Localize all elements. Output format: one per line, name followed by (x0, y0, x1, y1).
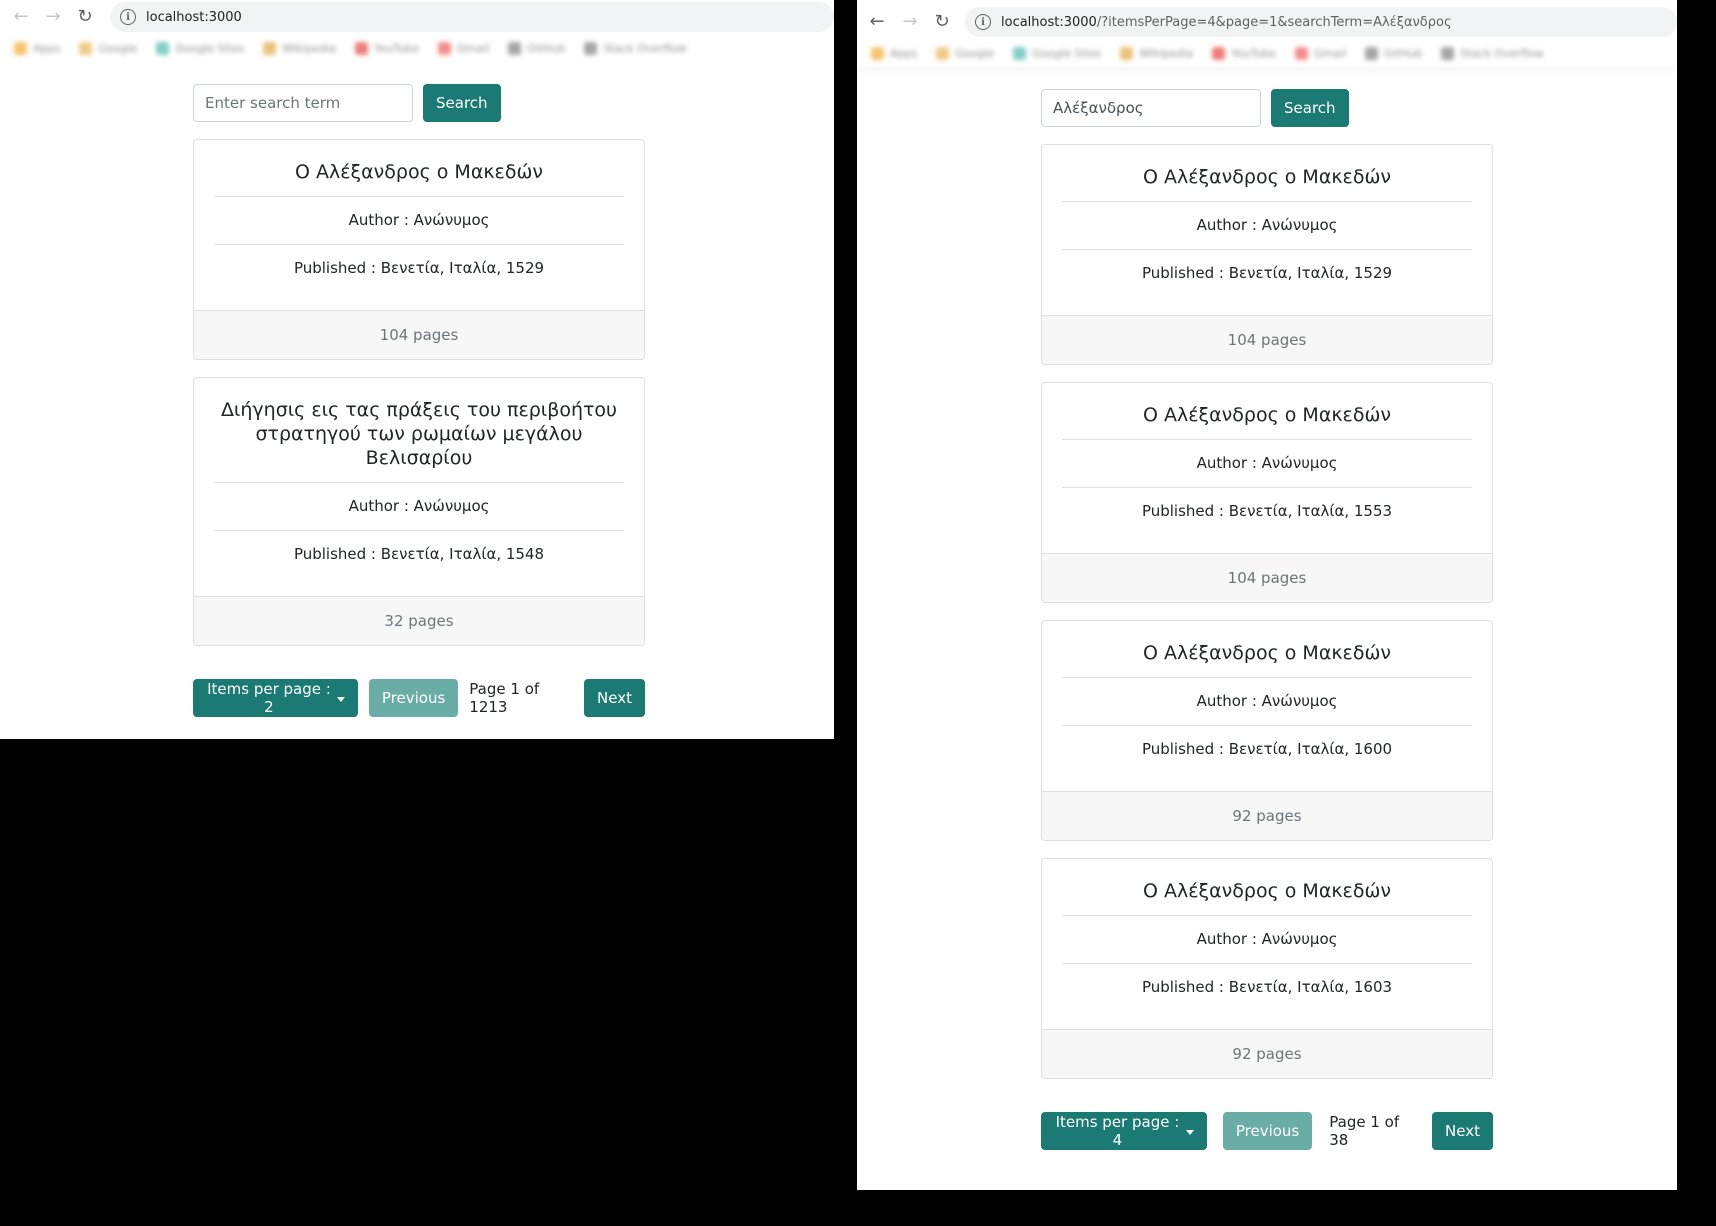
search-bar: Search (1041, 89, 1493, 127)
page-indicator: Page 1 of 38 (1329, 1113, 1400, 1149)
book-published: Published : Βενετία, Ιταλία, 1548 (214, 530, 624, 596)
book-published: Published : Βενετία, Ιταλία, 1553 (1062, 487, 1472, 553)
search-button[interactable]: Search (423, 84, 501, 122)
bookmark-item[interactable]: Gmail (438, 42, 489, 55)
bookmark-item[interactable]: Google (79, 42, 137, 55)
book-title: Ο Αλέξανδρος ο Μακεδών (1143, 166, 1391, 188)
book-author: Author : Ανώνυμος (1062, 915, 1472, 963)
book-card: Ο Αλέξανδρος ο Μακεδών Author : Ανώνυμος… (1041, 620, 1493, 841)
book-pages: 104 pages (1042, 553, 1492, 602)
bookmark-item[interactable]: Wikipedia (1120, 47, 1193, 60)
previous-button[interactable]: Previous (1222, 1112, 1313, 1150)
card-body: Διήγησις εις τας πράξεις του περιβοήτου … (194, 378, 644, 596)
book-card: Ο Αλέξανδρος ο Μακεδών Author : Ανώνυμος… (1041, 144, 1493, 365)
browser-toolbar: ← → ↻ i localhost:3000/?itemsPerPage=4&p… (857, 5, 1677, 39)
bookmark-item[interactable]: Gmail (1295, 47, 1346, 60)
address-bar[interactable]: i localhost:3000/?itemsPerPage=4&page=1&… (965, 7, 1677, 37)
book-list-page: Search Ο Αλέξανδρος ο Μακεδών Author : Α… (193, 84, 645, 717)
book-pages: 104 pages (1042, 315, 1492, 364)
bookmark-item[interactable]: Google Sites (156, 42, 244, 55)
book-card: Ο Αλέξανδρος ο Μακεδών Author : Ανώνυμος… (1041, 382, 1493, 603)
search-input[interactable] (1041, 89, 1261, 127)
info-icon[interactable]: i (975, 14, 991, 30)
book-list-page: Search Ο Αλέξανδρος ο Μακεδών Author : Α… (1041, 89, 1493, 1150)
book-title: Ο Αλέξανδρος ο Μακεδών (1143, 404, 1391, 426)
bookmarks-bar: Apps Google Google Sites Wikipedia YouTu… (0, 34, 834, 64)
book-card: Ο Αλέξανδρος ο Μακεδών Author : Ανώνυμος… (193, 139, 645, 360)
arrow-left-icon[interactable]: ← (10, 6, 32, 28)
book-title: Ο Αλέξανδρος ο Μακεδών (295, 161, 543, 183)
book-author: Author : Ανώνυμος (214, 196, 624, 244)
book-author: Author : Ανώνυμος (1062, 201, 1472, 249)
card-body: Ο Αλέξανδρος ο Μακεδών Author : Ανώνυμος… (194, 140, 644, 310)
card-body: Ο Αλέξανδρος ο Μακεδών Author : Ανώνυμος… (1042, 859, 1492, 1029)
browser-window-right: ← → ↻ i localhost:3000/?itemsPerPage=4&p… (857, 0, 1677, 1190)
book-pages: 92 pages (1042, 791, 1492, 840)
bookmark-item[interactable]: Apps (871, 47, 917, 60)
book-published: Published : Βενετία, Ιταλία, 1603 (1062, 963, 1472, 1029)
bookmark-item[interactable]: Google (936, 47, 994, 60)
reload-icon[interactable]: ↻ (931, 11, 953, 33)
browser-toolbar: ← → ↻ i localhost:3000 (0, 0, 834, 34)
caret-down-icon (1185, 1129, 1194, 1135)
bookmark-item[interactable]: YouTube (1212, 47, 1276, 60)
book-card: Ο Αλέξανδρος ο Μακεδών Author : Ανώνυμος… (1041, 858, 1493, 1079)
reload-icon[interactable]: ↻ (74, 6, 96, 28)
card-body: Ο Αλέξανδρος ο Μακεδών Author : Ανώνυμος… (1042, 621, 1492, 791)
bookmarks-bar: Apps Google Google Sites Wikipedia YouTu… (857, 39, 1677, 70)
next-button[interactable]: Next (1432, 1112, 1493, 1150)
book-author: Author : Ανώνυμος (1062, 439, 1472, 487)
arrow-right-icon[interactable]: → (899, 11, 921, 33)
book-card: Διήγησις εις τας πράξεις του περιβοήτου … (193, 377, 645, 646)
url-host: localhost:3000 (1001, 14, 1097, 30)
book-published: Published : Βενετία, Ιταλία, 1529 (214, 244, 624, 310)
pagination: Items per page : 4 Previous Page 1 of 38… (1041, 1112, 1493, 1150)
pagination: Items per page : 2 Previous Page 1 of 12… (193, 679, 645, 717)
url-host: localhost:3000 (146, 9, 242, 25)
page-indicator: Page 1 of 1213 (469, 680, 540, 716)
arrow-right-icon[interactable]: → (42, 6, 64, 28)
previous-button[interactable]: Previous (368, 679, 459, 717)
search-input[interactable] (193, 84, 413, 122)
card-body: Ο Αλέξανδρος ο Μακεδών Author : Ανώνυμος… (1042, 145, 1492, 315)
bookmark-item[interactable]: Stack Overflow (584, 42, 687, 55)
bookmark-item[interactable]: GitHub (508, 42, 565, 55)
book-title: Ο Αλέξανδρος ο Μακεδών (1143, 642, 1391, 664)
book-author: Author : Ανώνυμος (214, 482, 624, 530)
address-bar[interactable]: i localhost:3000 (110, 2, 834, 32)
bookmark-item[interactable]: GitHub (1365, 47, 1422, 60)
search-bar: Search (193, 84, 645, 122)
bookmark-item[interactable]: Apps (14, 42, 60, 55)
book-pages: 32 pages (194, 596, 644, 645)
bookmark-item[interactable]: Stack Overflow (1441, 47, 1544, 60)
next-button[interactable]: Next (584, 679, 645, 717)
bookmark-item[interactable]: YouTube (355, 42, 419, 55)
items-per-page-label: Items per page : 4 (1055, 1113, 1180, 1149)
card-body: Ο Αλέξανδρος ο Μακεδών Author : Ανώνυμος… (1042, 383, 1492, 553)
caret-down-icon (336, 696, 345, 702)
book-published: Published : Βενετία, Ιταλία, 1600 (1062, 725, 1472, 791)
search-button[interactable]: Search (1271, 89, 1349, 127)
url-path: /?itemsPerPage=4&page=1&searchTerm=Αλέξα… (1096, 14, 1452, 30)
items-per-page-dropdown[interactable]: Items per page : 2 (193, 679, 358, 717)
book-pages: 104 pages (194, 310, 644, 359)
arrow-left-icon[interactable]: ← (866, 11, 888, 33)
bookmark-item[interactable]: Google Sites (1013, 47, 1101, 60)
book-published: Published : Βενετία, Ιταλία, 1529 (1062, 249, 1472, 315)
items-per-page-dropdown[interactable]: Items per page : 4 (1041, 1112, 1207, 1150)
items-per-page-label: Items per page : 2 (207, 680, 331, 716)
info-icon[interactable]: i (120, 9, 136, 25)
book-author: Author : Ανώνυμος (1062, 677, 1472, 725)
book-title: Διήγησις εις τας πράξεις του περιβοήτου … (220, 399, 618, 469)
bookmark-item[interactable]: Wikipedia (263, 42, 336, 55)
book-title: Ο Αλέξανδρος ο Μακεδών (1143, 880, 1391, 902)
book-pages: 92 pages (1042, 1029, 1492, 1078)
browser-window-left: ← → ↻ i localhost:3000 Apps Google Googl… (0, 0, 834, 739)
